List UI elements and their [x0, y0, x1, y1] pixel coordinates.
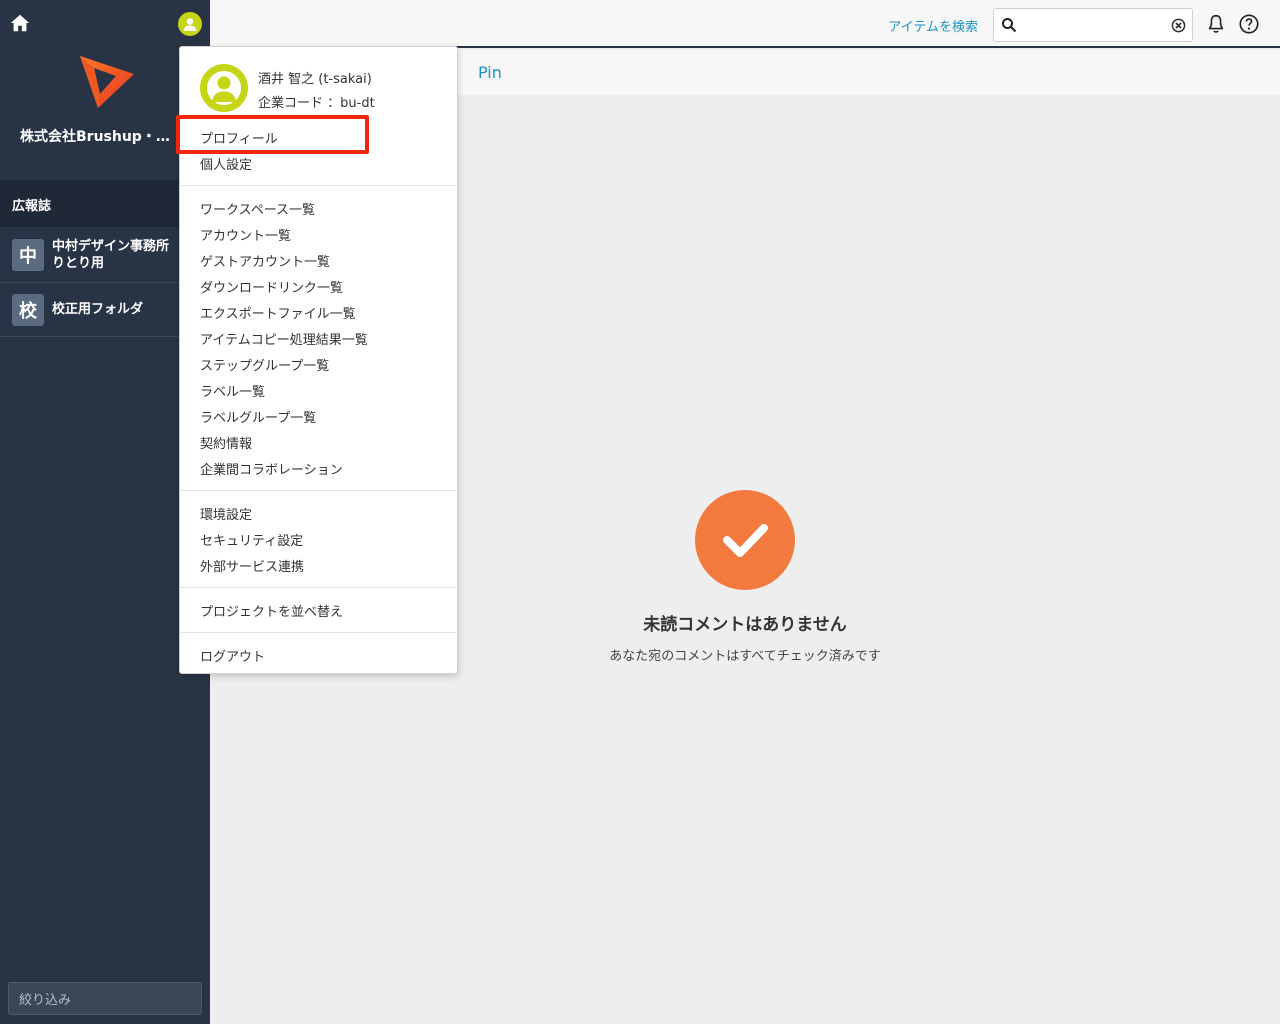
menu-divider [180, 185, 457, 186]
user-icon [183, 18, 197, 31]
menu-item-label-groups[interactable]: ラベルグループ一覧 [200, 407, 316, 426]
menu-item-labels[interactable]: ラベル一覧 [200, 381, 265, 400]
bell-icon[interactable] [1205, 13, 1227, 35]
menu-item-copy-results[interactable]: アイテムコピー処理結果一覧 [200, 329, 368, 348]
company-code: 企業コード ：bu-dt [258, 96, 375, 111]
empty-state-title: 未読コメントはありません [643, 615, 847, 635]
tab-pin[interactable]: Pin [478, 63, 502, 82]
menu-item-step-groups[interactable]: ステップグループ一覧 [200, 355, 329, 374]
menu-item-environment[interactable]: 環境設定 [200, 504, 252, 523]
menu-divider [180, 490, 457, 491]
home-icon[interactable] [9, 12, 31, 34]
menu-item-personal-settings[interactable]: 個人設定 [200, 154, 252, 173]
check-icon [695, 490, 795, 590]
menu-item-guest-accounts[interactable]: ゲストアカウント一覧 [200, 251, 330, 270]
clear-icon[interactable] [1171, 18, 1186, 33]
empty-state-subtitle: あなた宛のコメントはすべてチェック済みです [609, 649, 881, 664]
user-icon [207, 71, 241, 105]
menu-item-logout[interactable]: ログアウト [200, 646, 265, 665]
user-name: 酒井 智之 (t-sakai) [258, 72, 372, 87]
menu-item-contract-info[interactable]: 契約情報 [200, 433, 252, 452]
menu-item-collaboration[interactable]: 企業間コラボレーション [200, 459, 343, 478]
menu-item-download-links[interactable]: ダウンロードリンク一覧 [200, 277, 343, 296]
folder-badge: 校 [12, 293, 44, 326]
folder-label: 中村デザイン事務所 りとり用 [52, 239, 170, 271]
search-icon [1002, 18, 1017, 33]
folder-badge: 中 [12, 239, 44, 271]
search-input[interactable] [993, 8, 1193, 42]
menu-divider [180, 587, 457, 588]
highlight-annotation [176, 115, 369, 154]
menu-item-export-files[interactable]: エクスポートファイル一覧 [200, 303, 356, 322]
company-name[interactable]: 株式会社Brushup・… [20, 126, 170, 146]
help-icon[interactable] [1238, 13, 1260, 35]
menu-item-workspaces[interactable]: ワークスペース一覧 [200, 199, 315, 218]
menu-item-accounts[interactable]: アカウント一覧 [200, 225, 291, 244]
menu-item-external-services[interactable]: 外部サービス連携 [200, 556, 304, 575]
filter-input[interactable]: 絞り込み [8, 982, 202, 1015]
user-menu-button[interactable] [178, 12, 202, 36]
item-search-link[interactable]: アイテムを検索 [888, 16, 978, 35]
menu-item-sort-projects[interactable]: プロジェクトを並べ替え [200, 601, 343, 620]
menu-item-security[interactable]: セキュリティ設定 [200, 530, 303, 549]
top-bar: アイテムを検索 [210, 0, 1280, 48]
folder-label: 校正用フォルダ [52, 302, 144, 317]
menu-divider [180, 632, 457, 633]
brushup-logo [80, 56, 134, 108]
avatar [200, 64, 248, 112]
